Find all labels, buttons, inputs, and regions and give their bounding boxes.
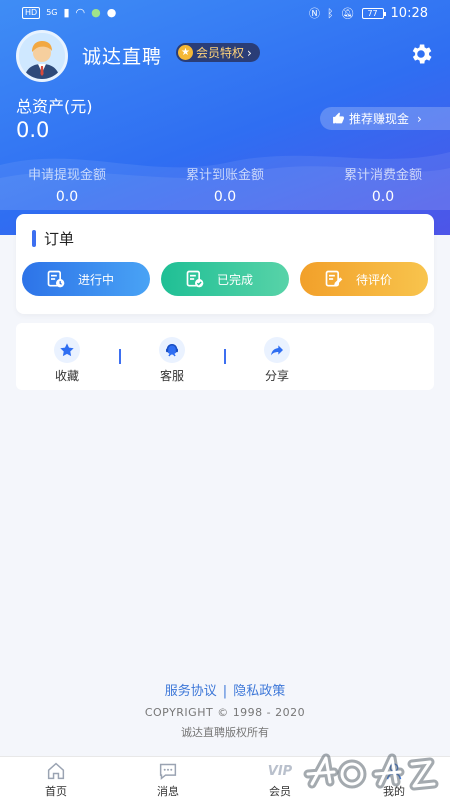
message-icon [138,761,198,781]
wifi-icon: ◠ [75,6,86,19]
customer-service-icon [159,337,185,363]
edit-note-icon [325,270,343,287]
orders-completed-button[interactable]: 已完成 [161,262,289,296]
stat-value: 0.0 [213,189,237,205]
privacy-policy-link[interactable]: 隐私政策 [227,684,291,699]
recommend-earn-cash-button[interactable]: 推荐赚现金 › [320,107,450,130]
stat-label: 累计消费金额 [343,168,422,183]
list-clock-icon [47,270,65,288]
home-icon [26,761,86,781]
recommend-label: 推荐赚现金 [349,112,410,126]
total-assets-label: 总资产(元) [16,97,93,116]
orders-in-progress-button[interactable]: 进行中 [22,262,150,296]
stat-label: 申请提现金额 [27,168,106,183]
footer-links: 服务协议 | 隐私政策 [0,680,450,699]
favorites-button[interactable]: 收藏 [37,337,97,384]
gear-icon[interactable] [408,41,434,67]
tool-label: 收藏 [54,369,79,383]
share-icon [264,337,290,363]
tool-label: 客服 [159,369,184,383]
tab-label: 消息 [157,785,179,798]
orders-pending-review-button[interactable]: 待评价 [300,262,428,296]
vip-privileges-badge[interactable]: ★ 会员特权 › [176,43,260,62]
stat-withdraw-requested[interactable]: 申请提现金额 0.0 [0,164,142,205]
tool-divider [119,349,121,364]
rights-text: 诚达直聘版权所有 [181,726,269,739]
vip-icon-text: VIP [267,763,293,779]
bluetooth-icon: ᛒ [326,6,334,20]
tab-home[interactable]: 首页 [26,761,86,799]
star-icon: ★ [178,45,193,60]
vip-label: 会员特权 [196,46,245,60]
chevron-right-icon: › [247,45,252,60]
order-button-label: 进行中 [78,272,115,287]
mute-icon: 🔕︎ [340,6,355,20]
tool-label: 分享 [264,369,289,383]
tab-messages[interactable]: 消息 [138,761,198,799]
stat-total-received[interactable]: 累计到账金额 0.0 [150,164,300,205]
chevron-right-icon: › [417,111,422,126]
status-bar: HD 5G ▮ ◠ ● ● Ⓝ ᛒ 🔕︎ 77 10:28 [0,0,450,28]
tab-label: 首页 [45,785,67,798]
stat-label: 累计到账金额 [185,168,264,183]
profile-header: HD 5G ▮ ◠ ● ● Ⓝ ᛒ 🔕︎ 77 10:28 诚达直聘 ★ 会员特… [0,0,450,235]
customer-service-button[interactable]: 客服 [142,337,202,384]
title-accent-bar [32,230,36,247]
tools-card: 收藏 客服 分享 [16,323,434,390]
thumbs-up-icon [333,112,344,124]
stat-total-spent[interactable]: 累计消费金额 0.0 [308,164,450,205]
order-button-label: 待评价 [356,272,393,287]
nfc-icon: Ⓝ [308,6,320,20]
share-button[interactable]: 分享 [247,337,307,384]
hd-badge: HD [22,7,41,19]
stat-value: 0.0 [371,189,395,205]
orders-section-title: 订单 [32,228,74,249]
chat-notification-icon: ● [106,6,117,19]
avatar-image [19,33,65,79]
service-agreement-link[interactable]: 服务协议 [159,684,223,699]
tool-divider [224,349,226,364]
orders-title: 订单 [44,230,75,248]
orders-card: 订单 进行中 已完成 待评价 [16,214,434,314]
network-label: 5G [46,8,58,17]
clock: 10:28 [390,6,428,21]
watermark-logo [303,753,439,791]
avatar[interactable] [16,30,68,82]
stat-value: 0.0 [55,189,79,205]
star-icon [54,337,80,363]
copyright-text: COPYRIGHT © 1998 - 2020 [144,706,306,719]
order-button-label: 已完成 [217,272,254,287]
total-assets-value: 0.0 [16,118,50,142]
battery-icon: 77 [361,8,386,19]
app-notification-icon: ● [91,6,101,19]
list-check-icon [186,270,204,288]
username[interactable]: 诚达直聘 [82,42,162,69]
signal-icon: ▮ [63,6,70,19]
